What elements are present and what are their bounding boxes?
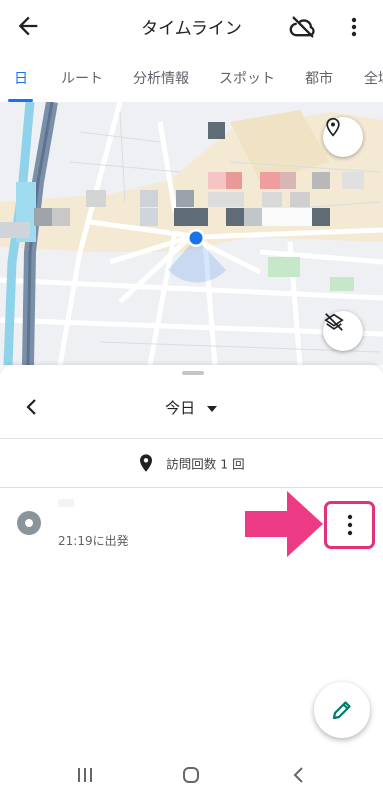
- tab-bar: 日 ルート 分析情報 スポット 都市 全域: [0, 52, 383, 102]
- page-title: タイムライン: [141, 19, 242, 39]
- entry-more-button[interactable]: [324, 501, 375, 549]
- tab-routes[interactable]: ルート: [61, 68, 103, 88]
- home-icon[interactable]: [179, 765, 203, 785]
- timeline-entry[interactable]: 21:19に出発: [0, 487, 383, 567]
- map-pin-button[interactable]: [323, 117, 363, 157]
- date-dropdown[interactable]: 今日: [0, 397, 383, 418]
- system-nav-bar: [0, 750, 383, 800]
- tab-day[interactable]: 日: [14, 68, 28, 88]
- tab-insights[interactable]: 分析情報: [133, 68, 189, 88]
- recent-apps-icon[interactable]: [73, 765, 97, 785]
- edit-button[interactable]: [314, 682, 370, 738]
- layers-off-icon: [324, 313, 344, 331]
- tab-world[interactable]: 全域: [364, 68, 383, 88]
- app-bar: タイムライン: [0, 0, 383, 52]
- tab-places[interactable]: スポット: [219, 68, 275, 88]
- entry-time: 21:19に出発: [58, 534, 129, 548]
- entry-title-placeholder: [58, 499, 74, 507]
- place-marker-icon: [17, 511, 41, 535]
- location-pin-icon: [326, 117, 340, 137]
- map-view[interactable]: [0, 102, 383, 365]
- pencil-icon: [332, 701, 351, 720]
- cloud-off-icon[interactable]: [289, 13, 317, 41]
- visits-summary-text: 訪問回数 1 回: [166, 456, 245, 472]
- more-vert-icon[interactable]: [342, 13, 366, 41]
- location-pin-icon: [140, 454, 153, 472]
- date-label: 今日: [165, 399, 196, 417]
- visits-summary-row: 訪問回数 1 回: [0, 439, 383, 487]
- more-vert-icon: [347, 514, 352, 536]
- layers-toggle-button[interactable]: [323, 311, 363, 351]
- pointer-arrow-icon: [245, 491, 323, 557]
- triangle-down-icon: [206, 405, 217, 412]
- back-icon[interactable]: [287, 765, 311, 785]
- tab-cities[interactable]: 都市: [305, 68, 333, 88]
- date-selector-row: 今日: [0, 381, 383, 437]
- sheet-drag-handle[interactable]: [182, 371, 204, 375]
